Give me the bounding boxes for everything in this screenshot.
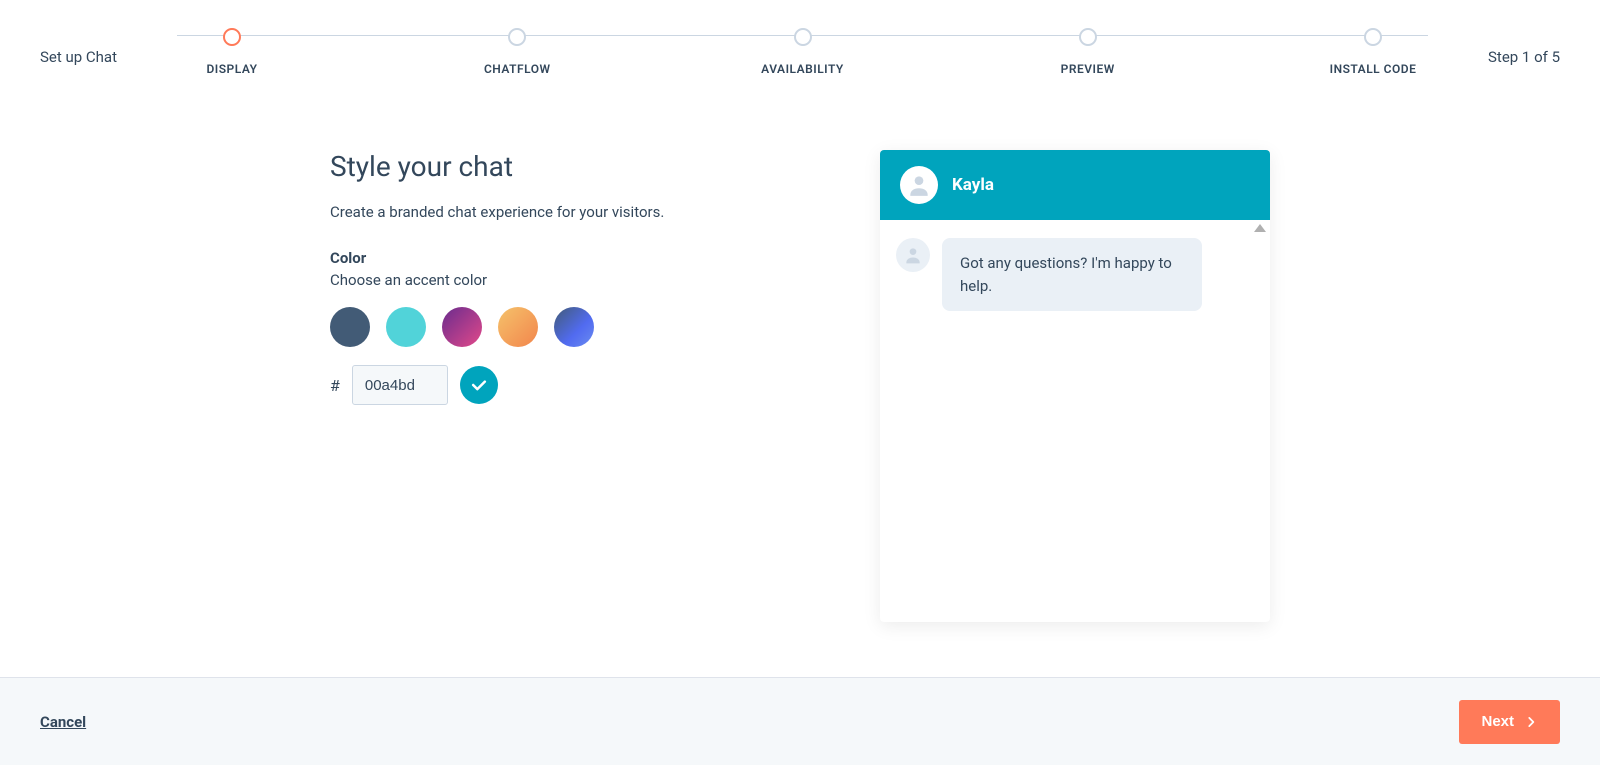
main-content: Style your chat Create a branded chat ex… bbox=[0, 90, 1600, 622]
step-label: DISPLAY bbox=[206, 62, 257, 76]
step-label: CHATFLOW bbox=[484, 62, 551, 76]
step-label: INSTALL CODE bbox=[1330, 62, 1417, 76]
color-swatches bbox=[330, 307, 750, 347]
agent-avatar bbox=[900, 166, 938, 204]
step-chatflow[interactable]: CHATFLOW bbox=[462, 28, 572, 76]
swatch-orange-gradient[interactable] bbox=[498, 307, 538, 347]
step-circle-icon bbox=[508, 28, 526, 46]
scroll-up-icon[interactable] bbox=[1254, 224, 1266, 232]
color-hex-input[interactable] bbox=[352, 365, 448, 405]
color-section-label: Color bbox=[330, 249, 750, 267]
color-section-help: Choose an accent color bbox=[330, 271, 750, 289]
header-bar: Set up Chat DISPLAY CHATFLOW AVAILABILIT… bbox=[0, 0, 1600, 90]
apply-color-button[interactable] bbox=[460, 366, 498, 404]
person-icon bbox=[903, 245, 923, 265]
stepper: DISPLAY CHATFLOW AVAILABILITY PREVIEW IN… bbox=[177, 26, 1428, 76]
step-install-code[interactable]: INSTALL CODE bbox=[1318, 28, 1428, 76]
next-button[interactable]: Next bbox=[1459, 700, 1560, 744]
hash-symbol: # bbox=[330, 376, 340, 395]
settings-column: Style your chat Create a branded chat ex… bbox=[330, 150, 750, 622]
step-circle-icon bbox=[223, 28, 241, 46]
step-label: AVAILABILITY bbox=[761, 62, 844, 76]
cancel-button[interactable]: Cancel bbox=[40, 713, 86, 731]
next-button-label: Next bbox=[1481, 713, 1514, 730]
step-circle-icon bbox=[1364, 28, 1382, 46]
chevron-right-icon bbox=[1524, 715, 1538, 729]
agent-name: Kayla bbox=[952, 175, 994, 195]
step-availability[interactable]: AVAILABILITY bbox=[748, 28, 858, 76]
step-label: PREVIEW bbox=[1061, 62, 1115, 76]
swatch-blue-gradient[interactable] bbox=[554, 307, 594, 347]
swatch-pink-gradient[interactable] bbox=[442, 307, 482, 347]
preview-column: Kayla Got any questions? I'm happy to he… bbox=[880, 150, 1270, 622]
page-subtitle: Create a branded chat experience for you… bbox=[330, 203, 750, 221]
page-title: Style your chat bbox=[330, 150, 750, 183]
chat-preview-header: Kayla bbox=[880, 150, 1270, 220]
swatch-navy[interactable] bbox=[330, 307, 370, 347]
footer-bar: Cancel Next bbox=[0, 677, 1600, 765]
chat-bubble: Got any questions? I'm happy to help. bbox=[942, 238, 1202, 311]
chat-message-row: Got any questions? I'm happy to help. bbox=[896, 238, 1254, 311]
chat-preview-widget: Kayla Got any questions? I'm happy to he… bbox=[880, 150, 1270, 622]
step-circle-icon bbox=[1079, 28, 1097, 46]
step-count: Step 1 of 5 bbox=[1488, 26, 1560, 66]
person-icon bbox=[906, 172, 932, 198]
step-circle-icon bbox=[794, 28, 812, 46]
swatch-teal[interactable] bbox=[386, 307, 426, 347]
step-display[interactable]: DISPLAY bbox=[177, 28, 287, 76]
chat-preview-body: Got any questions? I'm happy to help. bbox=[880, 220, 1270, 622]
stepper-row: DISPLAY CHATFLOW AVAILABILITY PREVIEW IN… bbox=[177, 28, 1428, 76]
check-icon bbox=[469, 375, 489, 395]
color-input-row: # bbox=[330, 365, 750, 405]
message-avatar bbox=[896, 238, 930, 272]
setup-title: Set up Chat bbox=[40, 26, 117, 66]
step-preview[interactable]: PREVIEW bbox=[1033, 28, 1143, 76]
